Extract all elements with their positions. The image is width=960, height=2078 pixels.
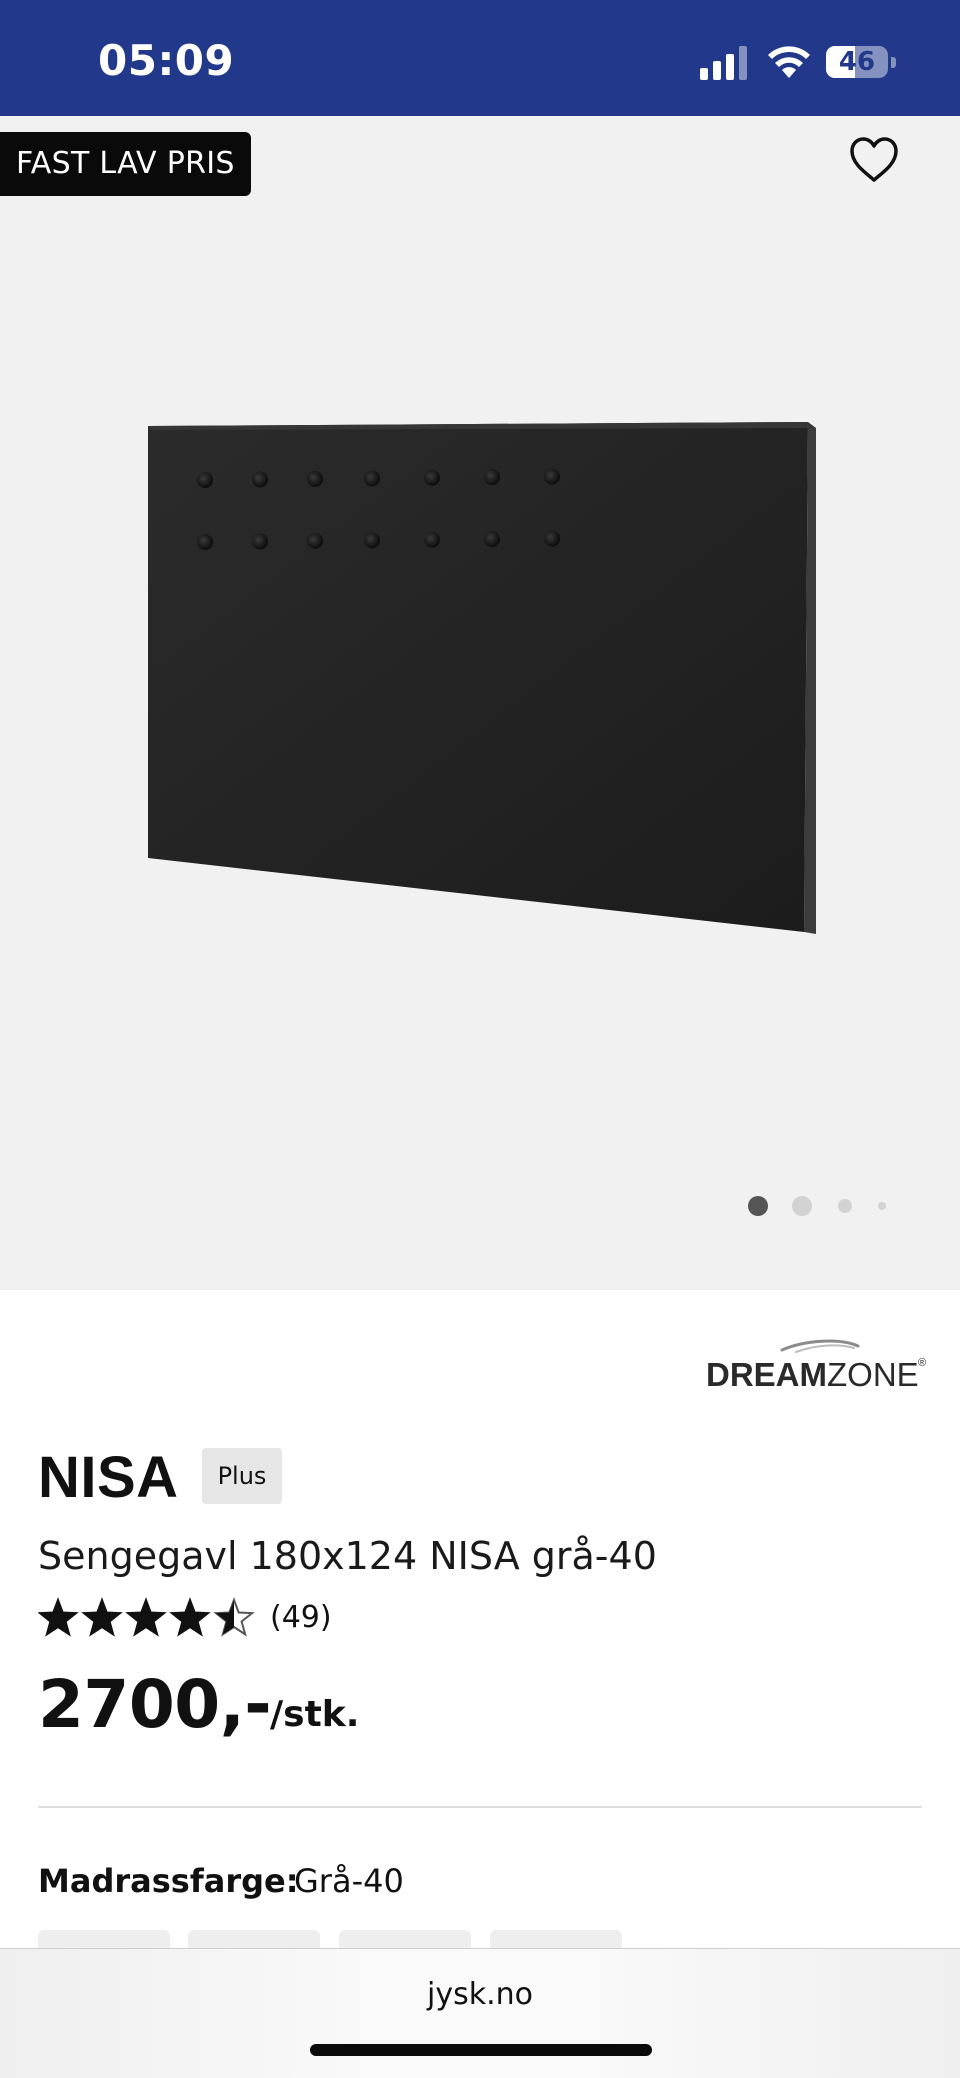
product-image-gallery[interactable]: FAST LAV PRIS (0, 116, 960, 1290)
tuft-button (252, 533, 268, 550)
star-icon (38, 1597, 79, 1637)
divider (38, 1806, 922, 1808)
tuft-button (544, 468, 560, 485)
brand-logo: DREAMZONE ® (706, 1339, 926, 1393)
attribute-value: Grå-40 (294, 1862, 404, 1900)
pagination-dot-active[interactable] (748, 1196, 768, 1216)
wifi-icon (768, 46, 810, 78)
heart-outline-icon[interactable] (846, 134, 902, 186)
browser-address-bar[interactable]: jysk.no (0, 1948, 960, 2078)
tuft-button (307, 470, 323, 487)
star-icon (169, 1597, 211, 1637)
product-image-headboard (148, 422, 816, 934)
home-indicator[interactable] (310, 2044, 652, 2056)
star-icon (125, 1597, 167, 1637)
pagination-dot[interactable] (838, 1199, 852, 1213)
review-count[interactable]: (49) (270, 1596, 332, 1640)
image-pagination[interactable] (748, 1194, 908, 1218)
pagination-dot[interactable] (878, 1202, 886, 1210)
attribute-label: Madrassfarge: (38, 1862, 299, 1900)
tuft-button (364, 470, 380, 487)
status-time: 05:09 (98, 36, 235, 85)
price-unit: /stk. (270, 1694, 360, 1735)
brand-name-bold: DREAM (706, 1356, 827, 1393)
cellular-signal-icon (700, 46, 747, 80)
price-badge: FAST LAV PRIS (0, 132, 251, 196)
star-rating-icon (38, 1597, 255, 1637)
tuft-button (197, 472, 213, 488)
tuft-button (307, 532, 323, 549)
tuft-button (424, 531, 440, 548)
svg-text:DREAMZONE: DREAMZONE (706, 1356, 919, 1393)
tuft-button (424, 469, 440, 486)
product-rating[interactable]: (49) (38, 1596, 358, 1640)
battery-level: 46 (838, 47, 876, 77)
tuft-button (364, 532, 380, 549)
tuft-button (484, 531, 500, 548)
status-bar: 05:09 46 (0, 0, 960, 116)
product-description: Sengegavl 180x124 NISA grå-40 (38, 1534, 657, 1578)
pagination-dot[interactable] (792, 1196, 812, 1216)
product-name: NISA (38, 1445, 179, 1510)
url-text[interactable]: jysk.no (0, 1977, 960, 2012)
brand-name-light: ZONE (827, 1356, 919, 1393)
tuft-button (252, 471, 268, 488)
tuft-button (484, 469, 500, 486)
star-icon (81, 1597, 123, 1637)
tuft-button (544, 530, 560, 547)
tuft-button (197, 534, 213, 550)
product-price: 2700,- (38, 1666, 272, 1743)
tier-badge: Plus (202, 1448, 282, 1504)
svg-text:®: ® (918, 1357, 926, 1369)
battery-icon: 46 (826, 44, 898, 82)
